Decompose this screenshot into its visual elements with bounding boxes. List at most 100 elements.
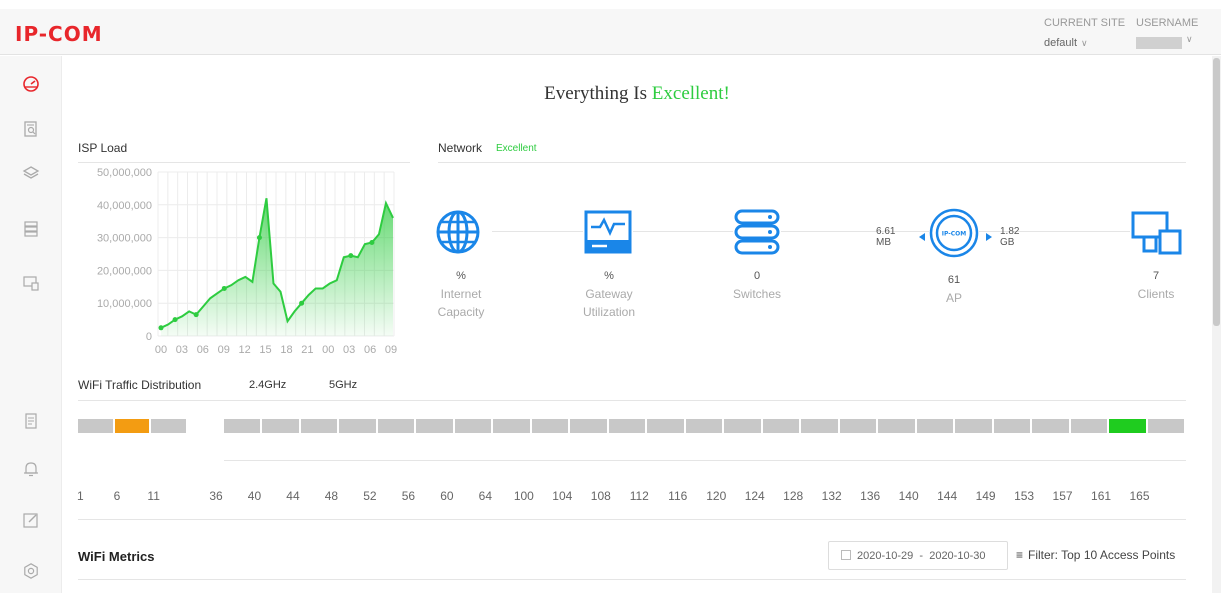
tab-5ghz[interactable]: 5GHz xyxy=(329,379,357,391)
channel-bar-153[interactable] xyxy=(1032,419,1069,433)
channel-bar-44[interactable] xyxy=(300,419,338,433)
chevron-down-icon: ∨ xyxy=(1186,33,1193,44)
y-tick-label: 0 xyxy=(146,331,152,343)
settings-icon[interactable] xyxy=(22,562,40,580)
channel-bar-165[interactable] xyxy=(1147,419,1184,433)
filter-button[interactable]: ≡ Filter: Top 10 Access Points xyxy=(1016,548,1175,562)
edit-icon[interactable] xyxy=(22,511,40,529)
devices-icon[interactable] xyxy=(22,274,40,292)
net-ap: 61 AP xyxy=(904,274,1004,307)
channel-bar-60[interactable] xyxy=(454,419,492,433)
channel-bar-64[interactable] xyxy=(493,419,530,433)
server-stack-icon[interactable] xyxy=(22,220,40,238)
channel-bar-124[interactable] xyxy=(762,419,800,433)
page-scrollbar[interactable] xyxy=(1212,56,1221,593)
current-site-label: CURRENT SITE xyxy=(1044,17,1126,29)
gateway-value: % xyxy=(604,270,614,282)
channel-bar-100[interactable] xyxy=(531,419,569,433)
current-site-value[interactable]: default ∨ xyxy=(1044,37,1125,49)
channel-bar-144[interactable] xyxy=(955,419,992,433)
date-range-picker[interactable]: 2020-10-29 - 2020-10-30 xyxy=(828,541,1008,570)
tab-2-4ghz[interactable]: 2.4GHz xyxy=(249,379,286,391)
scrollbar-thumb[interactable] xyxy=(1213,58,1220,326)
internet-label-2: Capacity xyxy=(437,305,485,319)
isp-load-point[interactable] xyxy=(193,312,199,318)
username-label: USERNAME xyxy=(1136,17,1199,29)
isp-load-point[interactable] xyxy=(172,317,178,323)
svg-text:IP-COM: IP-COM xyxy=(942,231,967,238)
isp-load-point[interactable] xyxy=(158,325,164,331)
channel-bar-149[interactable] xyxy=(993,419,1031,433)
channel-bar-128[interactable] xyxy=(801,419,838,433)
isp-load-point[interactable] xyxy=(221,285,227,291)
channel-bar-157[interactable] xyxy=(1070,419,1108,433)
bell-icon[interactable] xyxy=(22,460,40,478)
report-search-icon[interactable] xyxy=(22,120,40,138)
date-start: 2020-10-29 xyxy=(857,550,914,562)
internet-label: Internet Capacity xyxy=(411,285,511,321)
channel-number: 153 xyxy=(1014,489,1035,503)
y-tick-label: 10,000,000 xyxy=(97,298,152,310)
net-internet: % Internet Capacity xyxy=(411,270,511,321)
switch-icon xyxy=(733,209,781,255)
chevron-down-icon: ∨ xyxy=(1081,38,1088,48)
isp-load-title: ISP Load xyxy=(78,141,128,155)
isp-load-point[interactable] xyxy=(299,300,305,306)
isp-load-svg: 50,000,000 40,000,000 30,000,000 20,000,000… xyxy=(97,167,397,356)
channel-bar-161[interactable] xyxy=(1109,419,1146,433)
internet-value: % xyxy=(456,270,466,282)
channel-bar-48[interactable] xyxy=(339,419,376,433)
wifi-divider-top xyxy=(78,400,1186,401)
gateway-label-2: Utilization xyxy=(582,305,636,319)
channel-bar-132[interactable] xyxy=(839,419,877,433)
clients-value: 7 xyxy=(1152,270,1160,282)
channel-bar-6[interactable] xyxy=(114,419,150,433)
channel-bar-120[interactable] xyxy=(724,419,761,433)
channel-number: 144 xyxy=(937,489,958,503)
channel-number: 128 xyxy=(783,489,804,503)
main-content: Everything Is Excellent! ISP Load 50,000… xyxy=(62,56,1212,593)
current-site-selector[interactable]: CURRENT SITE default ∨ xyxy=(1044,17,1125,49)
channel-bar-1[interactable] xyxy=(78,419,113,433)
current-site-text: default xyxy=(1044,37,1078,49)
isp-divider xyxy=(78,162,410,163)
ap-label: AP xyxy=(945,291,962,305)
isp-load-point[interactable] xyxy=(369,240,375,246)
channel-bar-116[interactable] xyxy=(685,419,723,433)
x-tick-label: 06 xyxy=(364,344,376,356)
status-state: Excellent! xyxy=(651,83,730,104)
channel-bar-11[interactable] xyxy=(151,419,186,433)
username-redacted xyxy=(1136,37,1182,49)
clients-label: Clients xyxy=(1137,287,1175,301)
username-menu[interactable]: USERNAME ∨ xyxy=(1136,17,1198,49)
channel-bar-108[interactable] xyxy=(608,419,646,433)
wifi-divider-bottom xyxy=(78,519,1186,520)
x-tick-label: 15 xyxy=(259,344,271,356)
channel-number: 1 xyxy=(76,489,84,503)
channel-number: 149 xyxy=(975,489,996,503)
channel-bar-104[interactable] xyxy=(570,419,607,433)
channel-bar-136[interactable] xyxy=(878,419,915,433)
channel-number: 44 xyxy=(286,489,300,503)
username-value[interactable]: ∨ xyxy=(1136,33,1193,49)
channel-bar-40[interactable] xyxy=(262,419,299,433)
channel-number: 100 xyxy=(513,489,534,503)
isp-load-point[interactable] xyxy=(256,235,262,241)
channel-number: 108 xyxy=(590,489,611,503)
ap-download-value: 6.61 xyxy=(876,226,896,237)
channel-bar-112[interactable] xyxy=(647,419,684,433)
channel-bar-52[interactable] xyxy=(377,419,415,433)
isp-load-point[interactable] xyxy=(348,253,354,259)
isp-load-chart: 50,000,000 40,000,000 30,000,000 20,000,000… xyxy=(78,166,418,356)
y-tick-label: 50,000,000 xyxy=(97,167,152,179)
channel-bar-56[interactable] xyxy=(416,419,453,433)
layers-icon[interactable] xyxy=(22,164,40,182)
dashboard-icon[interactable] xyxy=(22,74,40,92)
channel-number: 60 xyxy=(440,489,454,503)
channel-bar-36[interactable] xyxy=(224,419,261,433)
document-icon[interactable] xyxy=(22,412,40,430)
channel-bar-140[interactable] xyxy=(916,419,954,433)
channel-number: 104 xyxy=(552,489,573,503)
ipcom-logo[interactable]: IP-COM xyxy=(15,22,103,46)
channel-bars-5ghz xyxy=(224,419,1186,433)
